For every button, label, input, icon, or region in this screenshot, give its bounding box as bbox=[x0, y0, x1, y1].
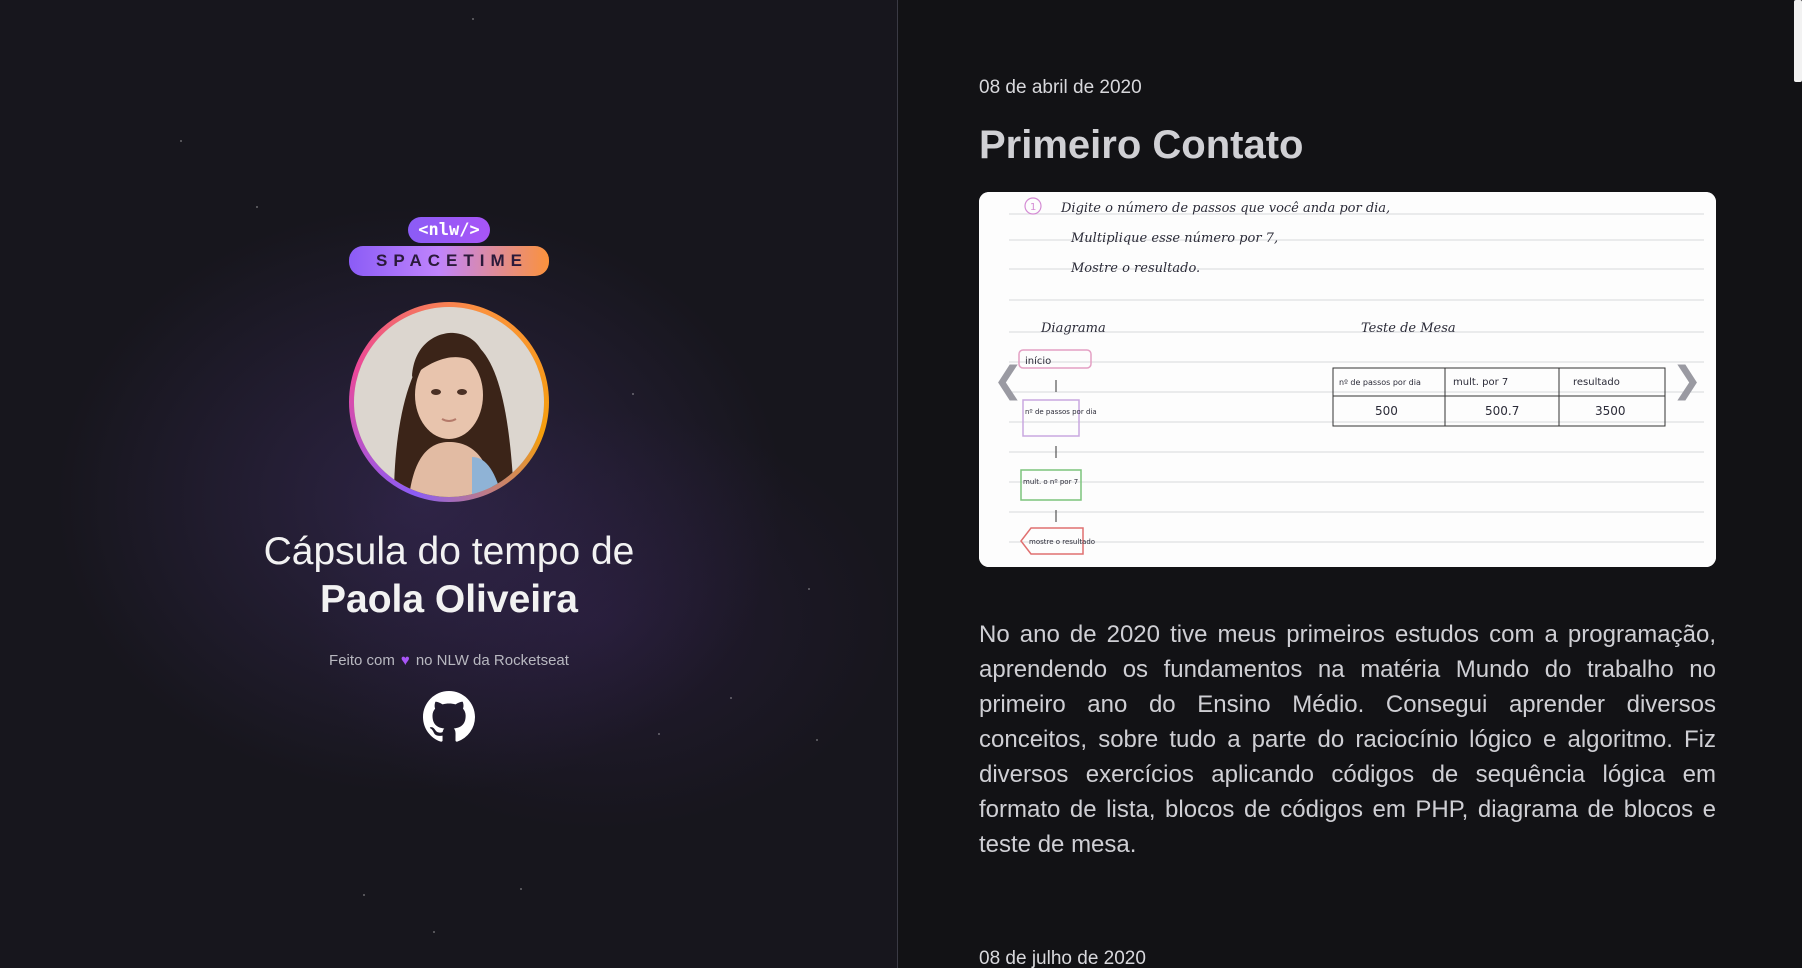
scrollbar-thumb[interactable] bbox=[1794, 0, 1802, 82]
memory-title: Primeiro Contato bbox=[979, 123, 1304, 167]
memory-description: No ano de 2020 tive meus primeiros estud… bbox=[979, 621, 1716, 858]
made-with-suffix: no NLW da Rocketseat bbox=[415, 652, 569, 669]
table-cell: 500 bbox=[1375, 404, 1398, 418]
flow-process: mult. o nº por 7 bbox=[1023, 478, 1078, 486]
purple-heart-icon: ♥ bbox=[400, 652, 410, 669]
table-header: nº de passos por dia bbox=[1339, 378, 1421, 387]
carousel-next-button[interactable]: ❯ bbox=[1672, 360, 1702, 401]
made-with-prefix: Feito com bbox=[329, 652, 395, 669]
scrollbar[interactable] bbox=[1794, 0, 1802, 968]
memory-date: 08 de abril de 2020 bbox=[979, 77, 1142, 98]
logo-spacetime: SPACETIME bbox=[349, 246, 549, 276]
page-title: Cápsula do tempo de bbox=[263, 530, 635, 573]
table-cell: 500.7 bbox=[1485, 404, 1519, 418]
table-header: mult. por 7 bbox=[1453, 377, 1508, 388]
table-label: Teste de Mesa bbox=[1361, 321, 1456, 336]
table-header: resultado bbox=[1573, 377, 1620, 388]
owner-name: Paola Oliveira bbox=[320, 578, 578, 621]
avatar-photo bbox=[354, 307, 544, 497]
diagram-label: Diagrama bbox=[1040, 321, 1106, 336]
svg-text:1: 1 bbox=[1030, 202, 1036, 213]
timeline-panel[interactable]: 08 de abril de 2020 Primeiro Contato 1 D… bbox=[899, 0, 1802, 968]
made-with-credit: Feito com ♥ no NLW da Rocketseat bbox=[329, 652, 569, 669]
flow-output: mostre o resultado bbox=[1029, 538, 1095, 546]
note-line-3: Mostre o resultado. bbox=[1070, 261, 1200, 276]
github-icon[interactable] bbox=[423, 691, 475, 743]
spacetime-logo: <nlw/> SPACETIME bbox=[349, 217, 549, 276]
note-line-1: Digite o número de passos que você anda … bbox=[1060, 201, 1390, 216]
memory-card: 08 de abril de 2020 Primeiro Contato 1 D… bbox=[979, 77, 1716, 862]
table-cell: 3500 bbox=[1595, 404, 1626, 418]
carousel-prev-button[interactable]: ❮ bbox=[993, 360, 1023, 401]
profile-panel: <nlw/> SPACETIME Cápsula do tempo de Pao… bbox=[0, 0, 898, 968]
memory-date: 08 de julho de 2020 bbox=[979, 948, 1146, 968]
note-line-2: Multiplique esse número por 7, bbox=[1070, 231, 1278, 246]
flow-input: nº de passos por dia bbox=[1025, 408, 1097, 416]
avatar bbox=[349, 302, 549, 502]
notebook-photo: 1 Digite o número de passos que você and… bbox=[979, 192, 1716, 567]
image-carousel[interactable]: 1 Digite o número de passos que você and… bbox=[979, 192, 1716, 567]
logo-nlw: <nlw/> bbox=[408, 217, 490, 243]
flow-start: início bbox=[1025, 355, 1051, 367]
